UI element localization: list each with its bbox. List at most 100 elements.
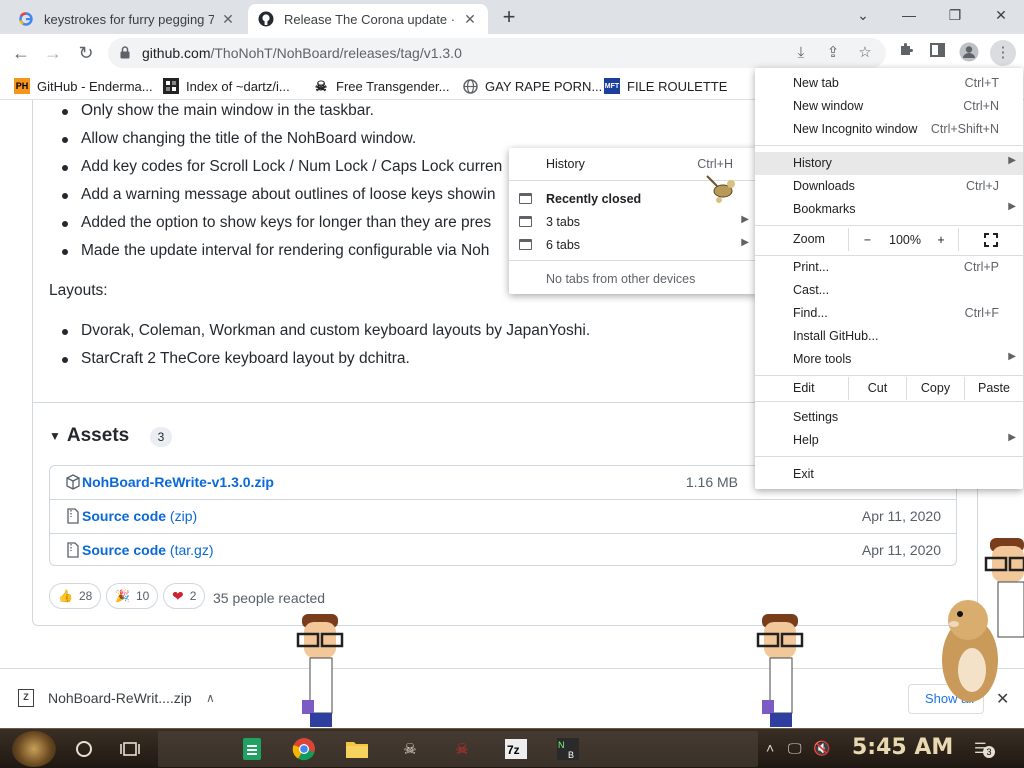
menu-new-tab[interactable]: New tab Ctrl+T xyxy=(755,72,1023,95)
svg-text:B: B xyxy=(568,750,574,760)
list-item: Add a warning message about outlines of … xyxy=(61,186,496,203)
nohboard-app-icon[interactable]: NB xyxy=(556,737,580,761)
asset-link[interactable]: NohBoard-ReWrite-v1.3.0.zip xyxy=(82,474,274,490)
menu-history[interactable]: History ▶ xyxy=(755,152,1023,175)
menu-install-github[interactable]: Install GitHub... xyxy=(755,325,1023,348)
bookmark-star-icon[interactable]: ☆ xyxy=(854,42,876,64)
submenu-arrow-icon: ▶ xyxy=(741,237,749,248)
menu-cast[interactable]: Cast... xyxy=(755,279,1023,302)
fullscreen-icon[interactable] xyxy=(958,228,1023,251)
menu-edit-row: Edit Cut Copy Paste xyxy=(755,377,1023,400)
extensions-puzzle-icon[interactable] xyxy=(895,42,917,64)
history-menu-item[interactable]: History Ctrl+H xyxy=(509,153,757,175)
start-button[interactable] xyxy=(12,731,56,767)
menu-settings[interactable]: Settings xyxy=(755,406,1023,429)
file-zip-icon xyxy=(67,542,79,558)
minimize-button[interactable]: — xyxy=(886,2,932,28)
menu-find[interactable]: Find... Ctrl+F xyxy=(755,302,1023,325)
list-item: Only show the main window in the taskbar… xyxy=(62,102,374,119)
bookmark-file-roulette[interactable]: MFT FILE ROULETTE xyxy=(604,77,727,95)
bookmark-free-transgender[interactable]: ☠ Free Transgender... xyxy=(313,77,450,95)
list-item: Allow changing the title of the NohBoard… xyxy=(61,130,417,147)
task-view-icon[interactable] xyxy=(118,737,142,761)
zoom-in-button[interactable]: + xyxy=(924,228,958,251)
submenu-arrow-icon: ▶ xyxy=(1008,351,1016,362)
network-icon[interactable]: 🖵 xyxy=(788,740,802,757)
asset-name: Source code xyxy=(82,542,167,558)
recent-6-tabs-item[interactable]: 6 tabs ▶ xyxy=(509,234,757,256)
reaction-thumbs-up-button[interactable]: 👍 28 xyxy=(49,583,102,609)
taskbar-clock[interactable]: 5:45 AM xyxy=(852,735,953,760)
7zip-app-icon[interactable]: 7z xyxy=(504,737,528,761)
download-filename: NohBoard-ReWrit....zip xyxy=(48,690,192,706)
tab-search-icon[interactable]: ⌄ xyxy=(840,2,886,28)
install-app-icon[interactable]: ⤓ xyxy=(790,42,812,64)
recent-3-tabs-item[interactable]: 3 tabs ▶ xyxy=(509,211,757,233)
menu-item-shortcut: Ctrl+H xyxy=(697,157,733,171)
svg-text:7z: 7z xyxy=(507,743,520,757)
copy-button[interactable]: Copy xyxy=(906,377,964,400)
pirate-app-icon[interactable]: ☠ xyxy=(450,737,474,761)
reaction-heart-button[interactable]: ❤ 2 xyxy=(163,583,206,609)
menu-item-label: 3 tabs xyxy=(546,215,581,229)
hamster-sprite xyxy=(942,600,998,702)
menu-item-shortcut: Ctrl+J xyxy=(966,179,999,193)
show-hidden-icons-icon[interactable]: ˄ xyxy=(766,740,774,756)
zoom-out-button[interactable]: − xyxy=(848,228,886,251)
search-circle-icon[interactable] xyxy=(72,737,96,761)
bookmark-globe-site[interactable]: GAY RAPE PORN... xyxy=(462,77,602,95)
menu-help[interactable]: Help ▶ xyxy=(755,429,1023,452)
submenu-arrow-icon: ▶ xyxy=(1008,155,1016,166)
reaction-count: 28 xyxy=(78,589,93,603)
share-icon[interactable]: ⇪ xyxy=(822,42,844,64)
bookmark-index-dartz[interactable]: Index of ~dartz/i... xyxy=(163,77,290,95)
assets-toggle[interactable]: ▼ Assets xyxy=(49,425,129,447)
asset-link[interactable]: Source code (tar.gz) xyxy=(82,542,214,558)
menu-item-label: History xyxy=(546,157,585,171)
volume-muted-icon[interactable]: 🔇 xyxy=(813,740,830,757)
menu-item-label: Bookmarks xyxy=(793,202,856,216)
menu-new-window[interactable]: New window Ctrl+N xyxy=(755,95,1023,118)
menu-item-label: History xyxy=(793,156,832,170)
paste-button[interactable]: Paste xyxy=(964,377,1023,400)
reaction-hooray-button[interactable]: 🎉 10 xyxy=(106,583,159,609)
chrome-app-icon[interactable] xyxy=(292,737,316,761)
tab-title: Release The Corona update · Th xyxy=(284,11,456,27)
list-item: Made the update interval for rendering c… xyxy=(61,242,490,259)
file-explorer-icon[interactable] xyxy=(345,737,369,761)
tab-github-release[interactable]: Release The Corona update · Th ✕ xyxy=(248,4,488,34)
tab-close-icon[interactable]: ✕ xyxy=(462,11,478,27)
bookmark-label: Free Transgender... xyxy=(336,78,450,94)
cut-button[interactable]: Cut xyxy=(848,377,906,400)
reload-icon[interactable]: ↻ xyxy=(73,40,99,66)
menu-more-tools[interactable]: More tools ▶ xyxy=(755,348,1023,371)
new-tab-button[interactable]: + xyxy=(498,6,520,29)
download-item[interactable]: Z NohBoard-ReWrit....zip xyxy=(18,689,192,707)
restore-button[interactable]: ❐ xyxy=(932,2,978,28)
address-bar[interactable]: github.com/ThoNohT/NohBoard/releases/tag… xyxy=(108,38,886,68)
menu-exit[interactable]: Exit xyxy=(755,463,1023,486)
tab-close-icon[interactable]: ✕ xyxy=(220,11,236,27)
menu-item-shortcut: Ctrl+T xyxy=(964,76,999,90)
browser-toolbar: ← → ↻ github.com/ThoNohT/NohBoard/releas… xyxy=(0,34,1024,72)
party-popper-icon: 🎉 xyxy=(115,589,130,603)
skull-app-icon[interactable]: ☠ xyxy=(398,737,422,761)
menu-print[interactable]: Print... Ctrl+P xyxy=(755,256,1023,279)
asset-link[interactable]: Source code (zip) xyxy=(82,508,197,524)
sheets-app-icon[interactable] xyxy=(240,737,264,761)
forward-arrow-icon[interactable]: → xyxy=(40,40,66,66)
menu-downloads[interactable]: Downloads Ctrl+J xyxy=(755,175,1023,198)
notification-center-icon[interactable]: ☰ 3 xyxy=(974,740,995,758)
menu-new-incognito[interactable]: New Incognito window Ctrl+Shift+N xyxy=(755,118,1023,141)
menu-item-label: Find... xyxy=(793,306,828,320)
back-arrow-icon[interactable]: ← xyxy=(8,40,34,66)
menu-bookmarks[interactable]: Bookmarks ▶ xyxy=(755,198,1023,221)
chevron-up-icon[interactable]: ∧ xyxy=(206,691,215,705)
kebab-menu-icon[interactable]: ⋮ xyxy=(990,40,1016,66)
tab-title: keystrokes for furry pegging 7 xyxy=(44,11,214,27)
profile-avatar-icon[interactable] xyxy=(958,42,980,64)
side-panel-icon[interactable] xyxy=(926,42,948,64)
close-window-button[interactable]: ✕ xyxy=(978,2,1024,28)
tab-google-search[interactable]: keystrokes for furry pegging 7 ✕ xyxy=(8,4,246,34)
bookmark-github-enderman[interactable]: PH GitHub - Enderma... xyxy=(14,77,153,95)
